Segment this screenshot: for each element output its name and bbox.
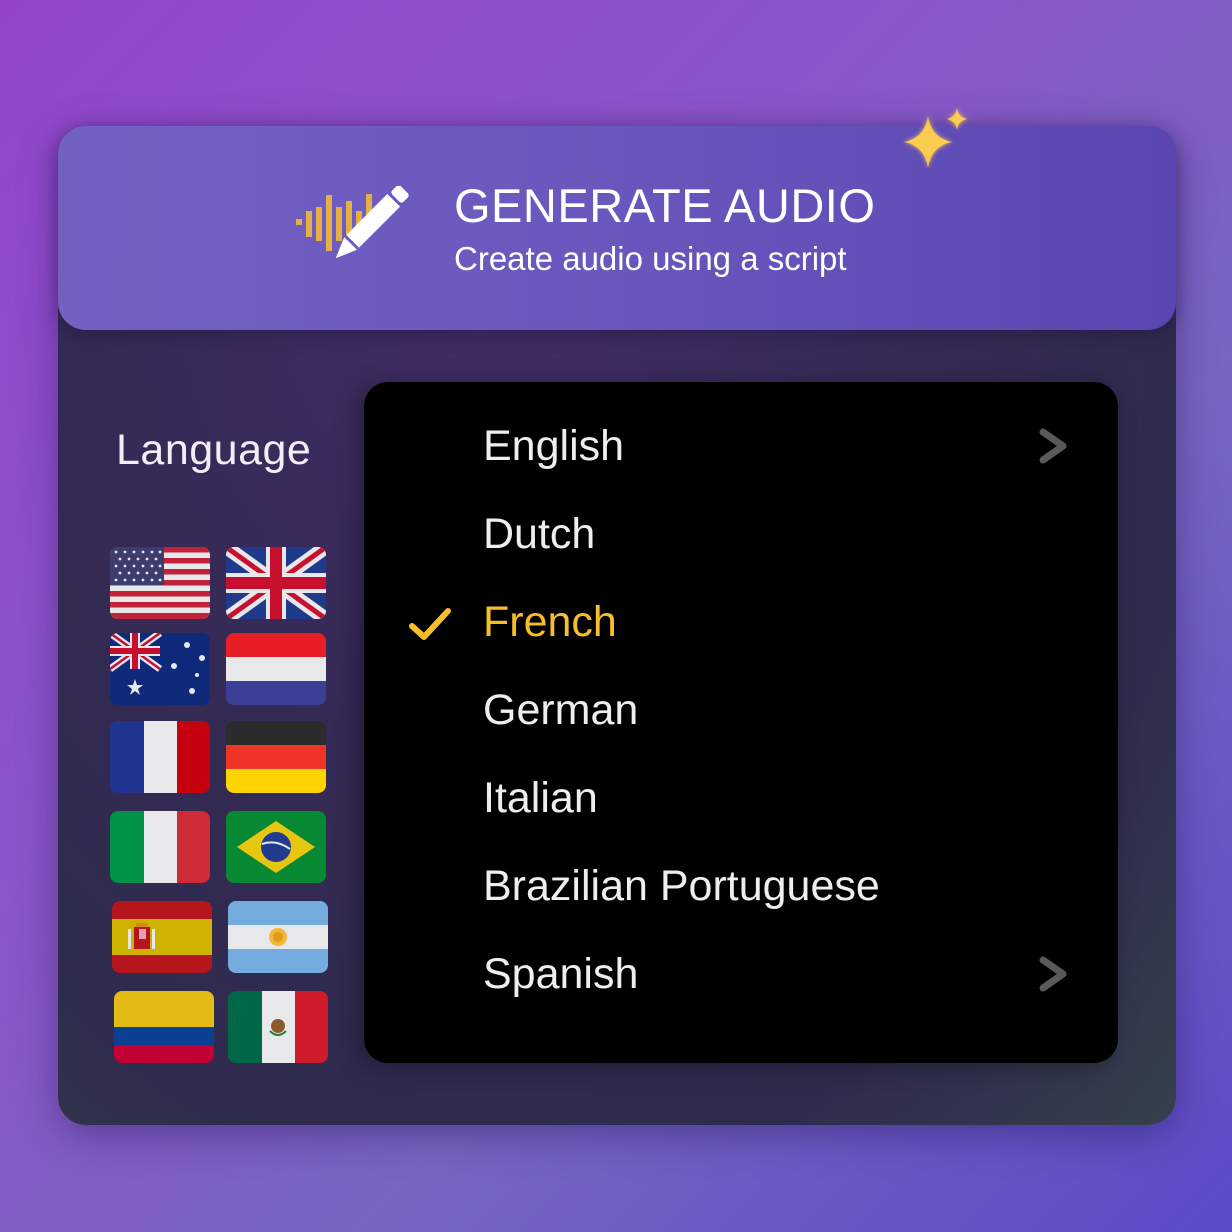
- menu-item-brazilian-portuguese[interactable]: Brazilian Portuguese: [364, 852, 1118, 932]
- language-dropdown-menu: English Dutch French German Italian Braz…: [364, 382, 1118, 1063]
- flag-united-kingdom[interactable]: [226, 547, 326, 619]
- chevron-right-icon: [1039, 956, 1067, 992]
- flag-united-states[interactable]: [110, 547, 210, 619]
- menu-item-label: French: [483, 598, 617, 646]
- flag-australia[interactable]: [110, 633, 210, 705]
- menu-item-label: Dutch: [483, 510, 596, 558]
- flag-france[interactable]: [110, 721, 210, 793]
- header-subtitle: Create audio using a script: [454, 240, 847, 277]
- header-title: GENERATE AUDIO: [454, 179, 876, 232]
- menu-item-label: German: [483, 686, 639, 734]
- flag-netherlands[interactable]: [226, 633, 326, 705]
- menu-item-label: Brazilian Portuguese: [483, 862, 880, 910]
- flag-brazil[interactable]: [226, 811, 326, 883]
- menu-item-spanish[interactable]: Spanish: [364, 940, 1118, 1020]
- card-header: GENERATE AUDIO Create audio using a scri…: [58, 108, 1176, 330]
- flag-spain[interactable]: [112, 901, 212, 973]
- menu-item-french[interactable]: French: [364, 588, 1118, 668]
- generate-audio-card: GENERATE AUDIO Create audio using a scri…: [58, 108, 1176, 1125]
- menu-item-german[interactable]: German: [364, 676, 1118, 756]
- language-label: Language: [116, 426, 312, 474]
- menu-item-dutch[interactable]: Dutch: [364, 500, 1118, 580]
- flag-germany[interactable]: [226, 721, 326, 793]
- menu-item-label: English: [483, 422, 625, 470]
- menu-item-italian[interactable]: Italian: [364, 764, 1118, 844]
- menu-item-label: Spanish: [483, 950, 639, 998]
- flag-mexico[interactable]: [228, 991, 328, 1063]
- menu-item-label: Italian: [483, 774, 598, 822]
- flag-italy[interactable]: [110, 811, 210, 883]
- audio-waveform-pencil-icon: [296, 186, 411, 259]
- menu-item-english[interactable]: English: [364, 412, 1118, 492]
- checkmark-icon: [409, 608, 451, 640]
- chevron-right-icon: [1039, 428, 1067, 464]
- flag-argentina[interactable]: [228, 901, 328, 973]
- sparkles-icon: [904, 108, 967, 168]
- flag-colombia[interactable]: [114, 991, 214, 1063]
